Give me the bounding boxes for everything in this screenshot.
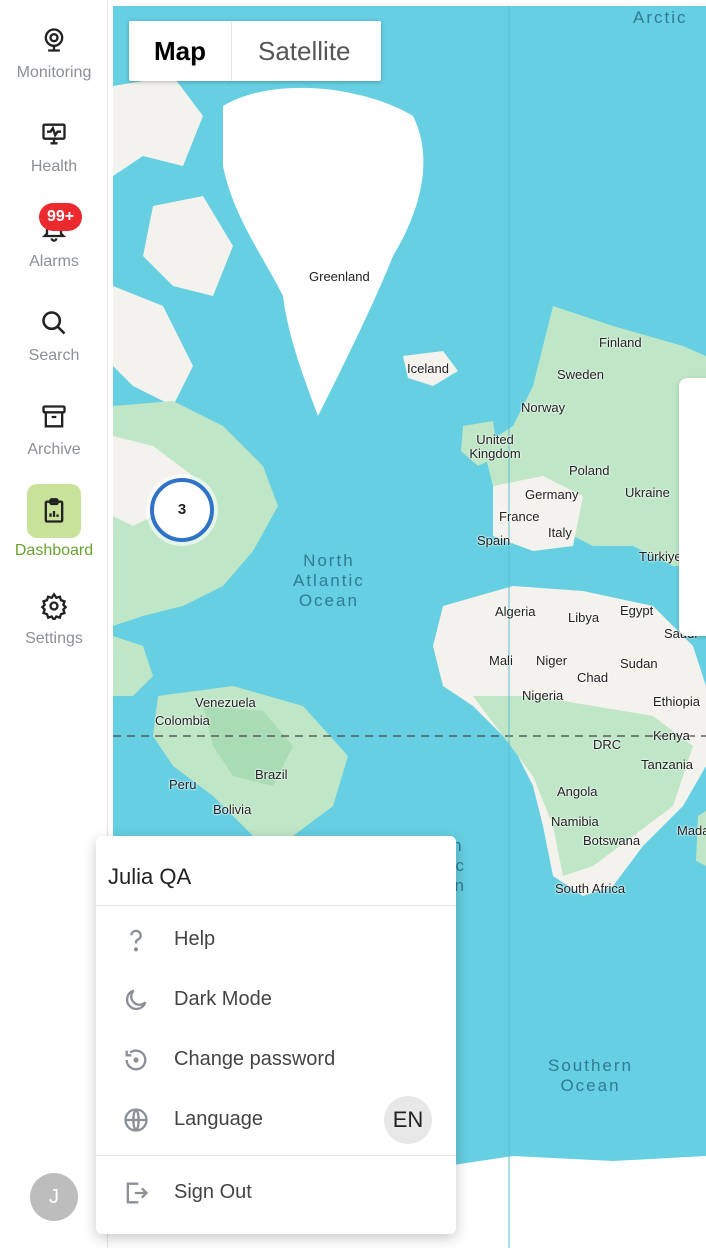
- nav-health[interactable]: Health: [0, 120, 108, 176]
- clipboard-chart-icon: [44, 498, 64, 523]
- map-label: Colombia: [155, 713, 210, 728]
- map-label: Libya: [568, 610, 600, 625]
- menu-divider: [96, 905, 456, 906]
- map-label: Mali: [489, 653, 513, 668]
- map-label: Germany: [525, 487, 579, 502]
- alarm-count-badge: 99+: [39, 203, 83, 231]
- moon-icon: [125, 989, 147, 1011]
- gear-icon: [40, 592, 68, 620]
- sidebar: Monitoring Health Alarms 99+ Search Arch…: [0, 0, 108, 1248]
- history-reset-icon: [125, 1049, 147, 1071]
- map-label: Norway: [521, 400, 566, 415]
- nav-settings-label: Settings: [25, 630, 83, 647]
- map-label: United Kingdom: [469, 432, 521, 461]
- map-label: Kenya: [653, 728, 690, 743]
- collapsed-side-panel[interactable]: [679, 378, 706, 636]
- menu-item-sign-out[interactable]: Sign Out: [96, 1165, 456, 1221]
- menu-item-language-label: Language: [174, 1108, 263, 1130]
- map-label: Peru: [169, 777, 197, 792]
- nav-archive-label: Archive: [27, 441, 81, 458]
- user-menu: Julia QA Help Dark Mode Change password …: [96, 836, 456, 1234]
- language-code-chip[interactable]: EN: [384, 1096, 432, 1144]
- menu-item-dark-mode-label: Dark Mode: [174, 988, 272, 1010]
- nav-settings[interactable]: Settings: [0, 592, 108, 648]
- globe-icon: [124, 1108, 148, 1132]
- map-label: Algeria: [495, 604, 536, 619]
- nav-dashboard-label: Dashboard: [14, 542, 94, 559]
- nav-monitoring-label: Monitoring: [16, 64, 92, 81]
- nav-archive[interactable]: Archive: [0, 403, 108, 459]
- map-label: Finland: [599, 335, 642, 350]
- question-mark-icon: [130, 929, 142, 952]
- menu-item-change-password[interactable]: Change password: [96, 1032, 456, 1088]
- map-label: Greenland: [309, 269, 370, 284]
- map-label: Brazil: [255, 767, 288, 782]
- map-label: Venezuela: [195, 695, 256, 710]
- map-label: Bolivia: [213, 802, 252, 817]
- archive-box-icon: [42, 405, 66, 428]
- map-label: Namibia: [551, 814, 599, 829]
- ocean-label-southern: Southern Ocean: [548, 1056, 633, 1095]
- user-name: Julia QA: [108, 864, 192, 889]
- map-label: Ethiopia: [653, 694, 700, 709]
- map-type-toggle: Map Satellite: [129, 21, 381, 81]
- menu-item-language[interactable]: Language EN: [96, 1092, 456, 1148]
- nav-dashboard-highlight: [27, 484, 81, 538]
- device-cluster-marker[interactable]: 3: [150, 478, 214, 542]
- nav-dashboard[interactable]: Dashboard: [0, 484, 108, 560]
- monitor-heartbeat-icon: [42, 123, 66, 145]
- map-label: Angola: [557, 784, 598, 799]
- map-label: Botswana: [583, 833, 641, 848]
- map-label: DRC: [593, 737, 622, 752]
- map-label: Spain: [477, 533, 511, 548]
- map-label: Mada: [677, 823, 706, 838]
- menu-item-dark-mode[interactable]: Dark Mode: [96, 972, 456, 1028]
- nav-search[interactable]: Search: [0, 309, 108, 365]
- map-label: Türkiye: [639, 549, 682, 564]
- map-label: Tanzania: [641, 757, 694, 772]
- map-label: Nigeria: [522, 688, 564, 703]
- user-avatar[interactable]: J: [30, 1173, 78, 1221]
- menu-divider: [96, 1155, 456, 1156]
- map-label: Chad: [577, 670, 609, 685]
- map-label: Ukraine: [625, 485, 670, 500]
- menu-item-change-password-label: Change password: [174, 1048, 336, 1070]
- ocean-label-north-atlantic: North Atlantic Ocean: [293, 551, 365, 610]
- nav-health-label: Health: [30, 158, 78, 175]
- map-label: Sudan: [620, 656, 658, 671]
- nav-alarms-label: Alarms: [29, 253, 79, 270]
- map-label: Poland: [569, 463, 610, 478]
- map-label: Sweden: [557, 367, 604, 382]
- map-label: France: [499, 509, 540, 524]
- nav-monitoring[interactable]: Monitoring: [0, 26, 108, 82]
- search-icon: [42, 311, 66, 335]
- map-label: Italy: [548, 525, 572, 540]
- map-label: South Africa: [555, 881, 626, 896]
- nav-search-label: Search: [28, 347, 80, 364]
- webcam-icon: [44, 28, 64, 52]
- map-view-button[interactable]: Map: [129, 21, 232, 81]
- menu-item-help[interactable]: Help: [96, 912, 456, 968]
- ocean-label-arctic: Arctic: [633, 8, 688, 27]
- map-label: Iceland: [407, 361, 449, 376]
- sign-out-icon: [126, 1182, 149, 1204]
- menu-item-sign-out-label: Sign Out: [174, 1181, 252, 1203]
- map-label: Niger: [536, 653, 568, 668]
- satellite-view-button[interactable]: Satellite: [232, 21, 377, 81]
- menu-item-help-label: Help: [174, 928, 216, 950]
- map-label: Egypt: [620, 603, 654, 618]
